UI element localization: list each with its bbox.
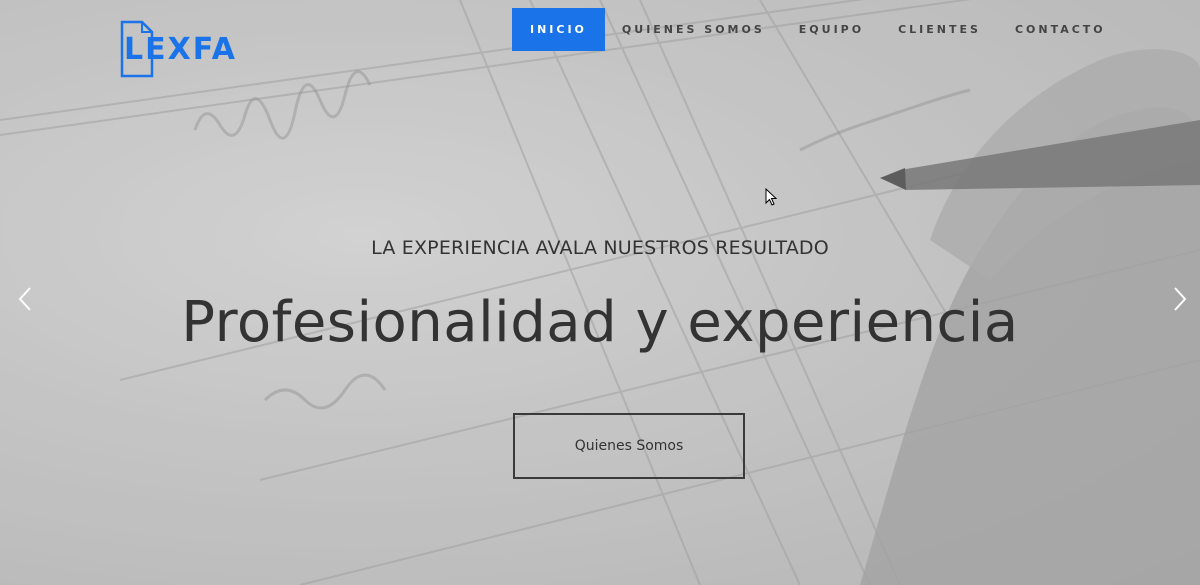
chevron-left-icon[interactable] [15,284,35,314]
nav-item-equipo[interactable]: EQUIPO [782,8,881,51]
mouse-pointer-icon [765,188,777,206]
quienes-somos-button[interactable]: Quienes Somos [513,413,745,479]
chevron-right-icon[interactable] [1170,284,1190,314]
nav-item-quienes-somos[interactable]: QUIENES SOMOS [605,8,782,51]
nav-item-contacto[interactable]: CONTACTO [998,8,1123,51]
hero-headline: Profesionalidad y experiencia [181,290,1019,355]
logo[interactable]: LEXFA [124,32,237,67]
nav-item-clientes[interactable]: CLIENTES [881,8,998,51]
main-nav: INICIO QUIENES SOMOS EQUIPO CLIENTES CON… [512,8,1123,51]
nav-item-inicio[interactable]: INICIO [512,8,605,51]
hero-subtitle: LA EXPERIENCIA AVALA NUESTROS RESULTADO [371,237,829,259]
